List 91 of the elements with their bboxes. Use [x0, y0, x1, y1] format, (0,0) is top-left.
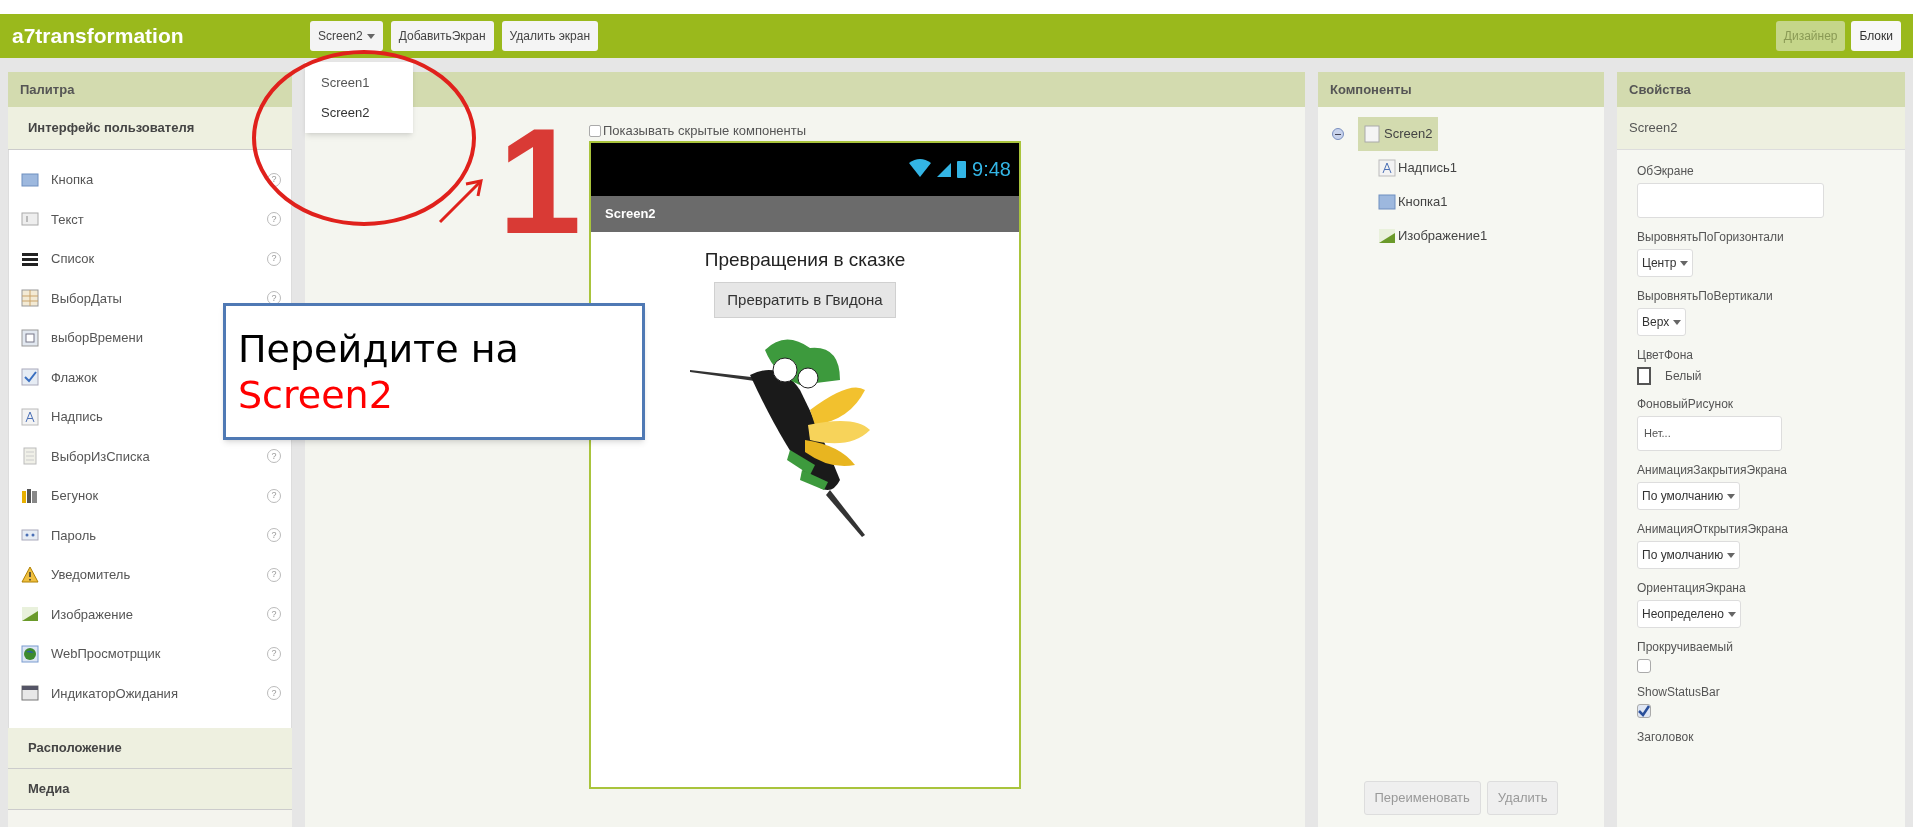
palette-item[interactable]: Уведомитель [51, 565, 131, 585]
property-dropdown[interactable]: Центр [1637, 249, 1694, 277]
property-label: АнимацияОткрытияЭкрана [1637, 521, 1788, 538]
property-dropdown[interactable]: Неопределено [1637, 600, 1741, 628]
warning-icon [21, 565, 39, 584]
annotation-arrow [438, 179, 483, 224]
caret-icon [1727, 552, 1736, 558]
palette-item[interactable]: Изображение [51, 604, 133, 624]
wifi-icon [909, 159, 932, 179]
property-label: Прокручиваемый [1637, 639, 1733, 656]
palette-section[interactable]: Медиа [8, 769, 292, 810]
tree-item-label: Надпись1 [1398, 159, 1457, 178]
panel-header: Компоненты [1318, 72, 1604, 107]
palette-item[interactable]: выборВремени [51, 328, 143, 348]
phone-button[interactable]: Превратить в Гвидона [714, 282, 896, 318]
tree-item[interactable]: Screen2 [1358, 117, 1439, 151]
textbox-icon [21, 210, 39, 229]
palette-section[interactable]: Интерфейс пользователя [8, 107, 292, 150]
panel-header: Палитра [8, 72, 292, 107]
palette-item[interactable]: Пароль [51, 525, 97, 545]
letter-a-icon [1378, 159, 1396, 177]
image-icon [21, 605, 39, 624]
letter-a-icon [21, 407, 39, 426]
palette-item[interactable]: WebПросмотрщик [51, 644, 161, 664]
palette-item[interactable]: Бегунок [51, 486, 99, 506]
color-name: Белый [1665, 368, 1702, 385]
panel-header: Свойства [1617, 72, 1905, 107]
component-name: Screen2 [1617, 107, 1905, 150]
bars-icon [21, 486, 39, 505]
property-dropdown[interactable]: По умолчанию [1637, 482, 1741, 510]
palette-item[interactable]: Список [51, 249, 95, 269]
tree-item-label: Кнопка1 [1398, 193, 1448, 212]
app-title: a7transformation [12, 23, 185, 50]
color-swatch[interactable] [1637, 367, 1651, 385]
collapse-toggle-icon[interactable] [1332, 128, 1344, 140]
phone-label: Превращения в сказке [704, 247, 906, 272]
battery-icon [957, 159, 967, 179]
calendar-icon [21, 289, 39, 308]
property-label: АнимацияЗакрытияЭкрана [1637, 462, 1788, 479]
checkbox[interactable] [1637, 704, 1651, 718]
button-icon [21, 170, 39, 189]
checkbox[interactable] [1637, 659, 1651, 673]
mode-tab[interactable]: Блоки [1851, 21, 1901, 51]
property-label: ОриентацияЭкрана [1637, 580, 1746, 597]
picker-field[interactable]: Нет... [1637, 416, 1782, 451]
tree-item[interactable]: Кнопка1 [1372, 185, 1454, 219]
property-label: ВыровнятьПоГоризонтали [1637, 229, 1784, 246]
list-picker-icon [21, 447, 39, 466]
checkbox[interactable] [589, 124, 601, 137]
property-label: Заголовок [1637, 729, 1694, 746]
palette-section[interactable]: Расположение [8, 728, 292, 769]
caret-icon [1673, 319, 1682, 325]
palette-item[interactable]: ВыборДаты [51, 288, 122, 308]
property-dropdown[interactable]: По умолчанию [1637, 541, 1741, 569]
tree-item-label: Screen2 [1384, 125, 1433, 144]
screen-icon [1364, 125, 1382, 143]
phone-title-bar: Screen2 [591, 195, 1019, 232]
globe-icon [21, 644, 39, 663]
palette-item[interactable]: Кнопка [51, 170, 94, 190]
checkbox-label: Показывать скрытые компоненты [603, 122, 807, 140]
property-dropdown[interactable]: Верх [1637, 308, 1687, 336]
caret-icon [1680, 260, 1689, 266]
palette-item[interactable]: ИндикаторОжидания [51, 683, 178, 703]
image-icon [1378, 227, 1396, 245]
toolbar-button[interactable]: ДобавитьЭкран [390, 21, 494, 51]
property-label: ЦветФона [1637, 347, 1693, 364]
clock-grid-icon [21, 328, 39, 347]
toolbar-button[interactable]: Удалить экран [501, 21, 599, 51]
palette-item[interactable]: ВыборИзСписка [51, 446, 150, 466]
status-time: 9:48 [972, 157, 1011, 182]
property-label: ОбЭкране [1637, 163, 1694, 180]
checkbox-icon [21, 368, 39, 387]
palette-item[interactable]: Флажок [51, 367, 97, 387]
tree-item[interactable]: Надпись1 [1372, 151, 1463, 185]
callout-text: Перейдите на Screen2 [223, 303, 645, 440]
palette-item[interactable]: Надпись [51, 407, 103, 427]
tree-item-label: Изображение1 [1398, 227, 1488, 246]
caret-icon [1727, 493, 1736, 499]
tree-item[interactable]: Изображение1 [1372, 219, 1494, 253]
screen-dropdown[interactable]: Screen2 [310, 21, 383, 51]
property-label: ВыровнятьПоВертикали [1637, 288, 1773, 305]
menu-item[interactable]: Screen1 [305, 68, 413, 98]
menu-item[interactable]: Screen2 [305, 97, 413, 127]
property-label: ShowStatusBar [1637, 684, 1720, 701]
annotation-number: 1 [498, 118, 582, 246]
property-label: ФоновыйРисунок [1637, 396, 1734, 413]
button-icon [1378, 193, 1396, 211]
caret-icon [366, 33, 375, 39]
caret-icon [1727, 611, 1736, 617]
window-icon [21, 684, 39, 703]
palette-item[interactable]: Текст [51, 209, 84, 229]
